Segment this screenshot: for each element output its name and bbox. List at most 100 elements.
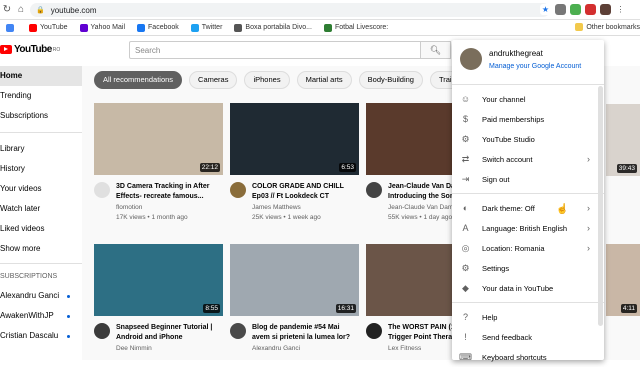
video-card[interactable]: 16:31 Blog de pandemie #54 Mai avem si pr… bbox=[230, 244, 359, 354]
menu-item-language-british-english[interactable]: A Language: British English › bbox=[452, 218, 604, 238]
divider bbox=[452, 84, 604, 85]
menu-item-your-data-in-youtube[interactable]: ◆ Your data in YouTube bbox=[452, 278, 604, 298]
video-card[interactable]: 6:53 COLOR GRADE AND CHILL Ep03 // Ft Loo… bbox=[230, 103, 359, 222]
extension-icon[interactable] bbox=[555, 4, 566, 15]
menu-item-sign-out[interactable]: ⇥ Sign out bbox=[452, 169, 604, 189]
sidebar-item-subscriptions[interactable]: Subscriptions bbox=[0, 106, 82, 126]
channel-avatar[interactable] bbox=[94, 182, 110, 198]
channel-avatar[interactable] bbox=[230, 323, 246, 339]
video-title[interactable]: Snapseed Beginner Tutorial | Android and… bbox=[116, 323, 223, 343]
sidebar-subscription[interactable]: Alexandru Ganci bbox=[0, 286, 82, 306]
channel-avatar[interactable] bbox=[230, 182, 246, 198]
account-header: andrukthegreat Manage your Google Accoun… bbox=[452, 40, 604, 80]
channel-name[interactable]: Alexandru Ganci bbox=[252, 344, 359, 354]
sidebar-item-history[interactable]: History bbox=[0, 159, 82, 179]
channel-name[interactable]: James Matthews bbox=[252, 203, 359, 213]
gear-icon: ⚙ bbox=[461, 133, 470, 144]
video-thumbnail-partial[interactable]: 4:11 bbox=[606, 244, 640, 316]
video-views: 17K views • 1 month ago bbox=[116, 214, 188, 221]
subscriptions-header: SUBSCRIPTIONS bbox=[0, 273, 58, 280]
divider bbox=[0, 263, 82, 264]
bookmark-item[interactable]: Twitter bbox=[190, 23, 222, 32]
video-title[interactable]: COLOR GRADE AND CHILL Ep03 // Ft Lookdec… bbox=[252, 182, 359, 202]
reload-icon[interactable]: ↻ bbox=[0, 4, 14, 15]
bookmark-favicon-icon bbox=[190, 23, 199, 32]
youtube-play-icon bbox=[0, 45, 12, 54]
channel-name[interactable]: Dee Nimmin bbox=[116, 344, 223, 354]
menu-item-dark-theme-off[interactable]: ◐ Dark theme: Off › bbox=[452, 198, 604, 218]
menu-item-help[interactable]: ? Help bbox=[452, 307, 604, 327]
scrollbar[interactable] bbox=[598, 86, 603, 326]
sidebar-item-show-more[interactable]: Show more bbox=[0, 239, 82, 259]
extension-icon[interactable] bbox=[600, 4, 611, 15]
chevron-right-icon: › bbox=[587, 203, 590, 213]
menu-item-youtube-studio[interactable]: ⚙ YouTube Studio bbox=[452, 129, 604, 149]
menu-item-paid-memberships[interactable]: $ Paid memberships bbox=[452, 109, 604, 129]
divider bbox=[452, 302, 604, 303]
channel-avatar[interactable] bbox=[366, 182, 382, 198]
menu-item-label: Switch account bbox=[482, 154, 533, 164]
menu-item-label: Dark theme: Off bbox=[482, 203, 535, 213]
bookmark-item[interactable]: Fotbal Livescore: bbox=[323, 23, 388, 32]
video-title[interactable]: 3D Camera Tracking in After Effects- rec… bbox=[116, 182, 223, 202]
sidebar-item-liked-videos[interactable]: Liked videos bbox=[0, 219, 82, 239]
menu-item-settings[interactable]: ⚙ Settings bbox=[452, 258, 604, 278]
star-icon[interactable]: ★ bbox=[540, 4, 551, 15]
filter-chip[interactable]: Martial arts bbox=[296, 71, 352, 89]
dark-theme-icon: ◐ bbox=[462, 203, 469, 213]
video-views: 25K views • 1 week ago bbox=[252, 214, 321, 221]
bookmark-apps[interactable] bbox=[6, 23, 17, 32]
video-thumbnail[interactable]: 16:31 bbox=[230, 244, 359, 316]
address-bar[interactable]: 🔒 youtube.com bbox=[30, 3, 550, 17]
menu-item-send-feedback[interactable]: ! Send feedback bbox=[452, 327, 604, 347]
menu-item-switch-account[interactable]: ⇄ Switch account › bbox=[452, 149, 604, 169]
channel-name[interactable]: flomotion bbox=[116, 203, 223, 213]
extension-icon[interactable] bbox=[585, 4, 596, 15]
sidebar-item-library[interactable]: Library bbox=[0, 139, 82, 159]
sidebar-subscription[interactable]: AwakenWithJP bbox=[0, 306, 82, 326]
youtube-logo[interactable]: YouTube RO bbox=[0, 44, 60, 55]
menu-item-your-channel[interactable]: ☺ Your channel bbox=[452, 89, 604, 109]
video-meta: 3D Camera Tracking in After Effects- rec… bbox=[94, 182, 223, 222]
sidebar-subscription[interactable]: Cristian Dascalu bbox=[0, 326, 82, 346]
menu-dots-icon[interactable]: ⋮ bbox=[615, 4, 626, 15]
sidebar-item-your-videos[interactable]: Your videos bbox=[0, 179, 82, 199]
bookmark-item[interactable]: Facebook bbox=[137, 23, 179, 32]
channel-avatar[interactable] bbox=[94, 323, 110, 339]
bookmark-item[interactable]: YouTube bbox=[29, 23, 68, 32]
menu-item-keyboard-shortcuts[interactable]: ⌨ Keyboard shortcuts bbox=[452, 347, 604, 367]
menu-item-location-romania[interactable]: ◎ Location: Romania › bbox=[452, 238, 604, 258]
subscription-name: Alexandru Ganci bbox=[0, 291, 60, 300]
bookmarks-bar: YouTube Yahoo Mail Facebook Twitter Boxa por… bbox=[0, 20, 640, 36]
video-card[interactable]: 8:55 Snapseed Beginner Tutorial | Android… bbox=[94, 244, 223, 354]
other-bookmarks[interactable]: Other bookmarks bbox=[575, 23, 640, 31]
filter-chip[interactable]: iPhones bbox=[244, 71, 290, 89]
extension-icon[interactable] bbox=[570, 4, 581, 15]
menu-item-label: Send feedback bbox=[482, 332, 533, 342]
apps-icon bbox=[6, 23, 14, 32]
sidebar-item-home[interactable]: Home bbox=[0, 66, 82, 86]
bookmark-item[interactable]: Yahoo Mail bbox=[79, 23, 125, 32]
search-input[interactable]: Search bbox=[129, 41, 421, 59]
video-thumbnail[interactable]: 8:55 bbox=[94, 244, 223, 316]
sidebar-item-trending[interactable]: Trending bbox=[0, 86, 82, 106]
chevron-right-icon: › bbox=[587, 223, 590, 233]
home-icon[interactable]: ⌂ bbox=[14, 4, 28, 15]
video-thumbnail-partial[interactable]: 39:43 bbox=[606, 104, 640, 176]
manage-account-link[interactable]: Manage your Google Account bbox=[489, 62, 581, 72]
video-thumbnail[interactable]: 22:12 bbox=[94, 103, 223, 175]
video-card[interactable]: 22:12 3D Camera Tracking in After Effects… bbox=[94, 103, 223, 222]
menu-item-label: Location: Romania bbox=[482, 243, 545, 253]
channel-avatar[interactable] bbox=[366, 323, 382, 339]
bookmark-item[interactable]: Boxa portabila Divo... bbox=[234, 23, 312, 32]
video-text: 3D Camera Tracking in After Effects- rec… bbox=[116, 182, 223, 222]
translate-icon: A bbox=[462, 223, 469, 233]
filter-chip[interactable]: Body-Building bbox=[358, 71, 423, 89]
video-title[interactable]: Blog de pandemie #54 Mai avem si prieten… bbox=[252, 323, 359, 343]
video-thumbnail[interactable]: 6:53 bbox=[230, 103, 359, 175]
filter-chip[interactable]: All recommendations bbox=[94, 71, 183, 89]
search-button[interactable]: 🔍︎ bbox=[421, 41, 451, 59]
sidebar: Home Trending Subscriptions Library History… bbox=[0, 66, 82, 360]
sidebar-item-watch-later[interactable]: Watch later bbox=[0, 199, 82, 219]
filter-chip[interactable]: Cameras bbox=[189, 71, 238, 89]
